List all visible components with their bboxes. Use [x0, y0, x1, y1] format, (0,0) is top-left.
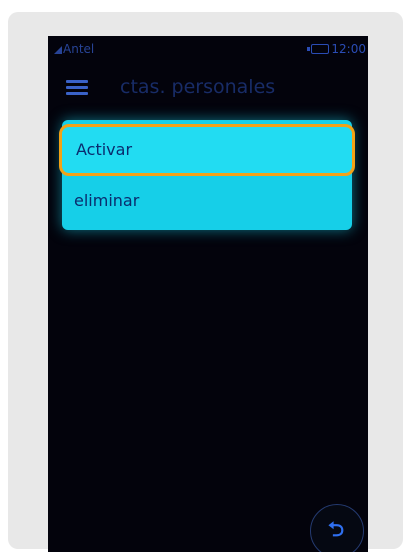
menu-item-eliminar[interactable]: eliminar [62, 178, 352, 224]
page-title: ctas. personales [120, 76, 276, 98]
status-right: 12:00 [307, 42, 366, 56]
back-button[interactable]: ⮌ [310, 504, 364, 552]
battery-icon [307, 44, 330, 54]
carrier-indicator: Antel [54, 42, 94, 56]
status-bar: Antel 12:00 [48, 36, 368, 62]
app-header: ctas. personales [48, 70, 368, 104]
clock: 12:00 [331, 42, 366, 56]
phone-screen: Antel 12:00 ctas. personales Activar eli… [48, 36, 368, 552]
back-arrow-icon: ⮌ [328, 517, 345, 541]
menu-item-activar[interactable]: Activar [59, 124, 355, 176]
options-popup-menu: Activar eliminar [59, 120, 355, 230]
carrier-label: Antel [63, 42, 95, 56]
signal-icon [54, 46, 62, 54]
menu-icon[interactable] [66, 80, 88, 96]
